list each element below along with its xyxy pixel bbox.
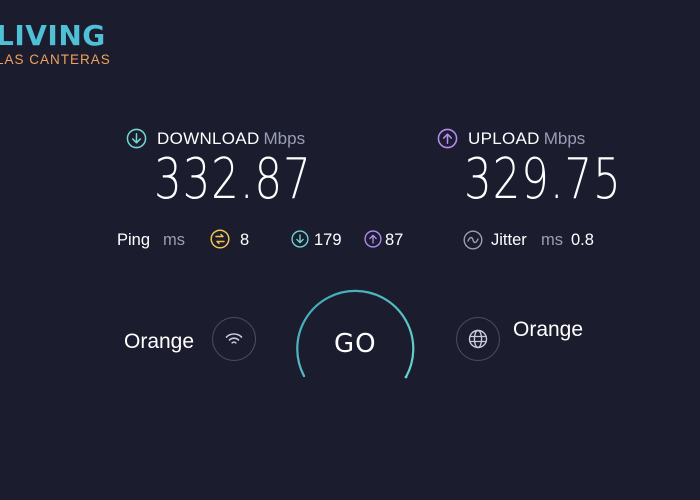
ping-idle-value: 8 [240, 231, 250, 249]
ping-upload-value: 87 [385, 231, 404, 249]
logo-las-canteras: LAS CANTERAS [0, 52, 111, 67]
upload-label: UPLOAD [468, 129, 540, 148]
logo-living: LIVING [0, 19, 106, 52]
go-label[interactable]: GO [334, 331, 377, 357]
ping-label: Ping [117, 231, 151, 249]
ping-unit: ms [163, 231, 185, 249]
wifi-icon [225, 333, 243, 344]
server-name[interactable]: Orange [513, 319, 583, 340]
download-arrow-icon [126, 128, 147, 149]
download-unit: Mbps [263, 129, 306, 148]
jitter-icon [463, 230, 483, 250]
download-value: 332.87 [154, 147, 312, 212]
ping-download-icon [291, 230, 309, 248]
download-header: DOWNLOAD Mbps [126, 128, 305, 149]
download-label: DOWNLOAD [157, 129, 260, 148]
ping-download-value: 179 [314, 231, 342, 249]
server-button[interactable] [456, 317, 500, 361]
provider-name[interactable]: Orange [124, 331, 194, 352]
upload-unit: Mbps [543, 129, 586, 148]
globe-icon [468, 329, 488, 349]
provider-button[interactable] [212, 317, 256, 361]
upload-arrow-icon [437, 128, 458, 149]
ping-upload-icon [364, 230, 382, 248]
ping-idle-icon [210, 229, 230, 249]
upload-header: UPLOAD Mbps [437, 128, 585, 149]
jitter-value: 0.8 [571, 231, 594, 249]
jitter-unit: ms [541, 231, 563, 249]
jitter-label: Jitter [491, 231, 527, 249]
upload-value: 329.75 [464, 147, 622, 212]
